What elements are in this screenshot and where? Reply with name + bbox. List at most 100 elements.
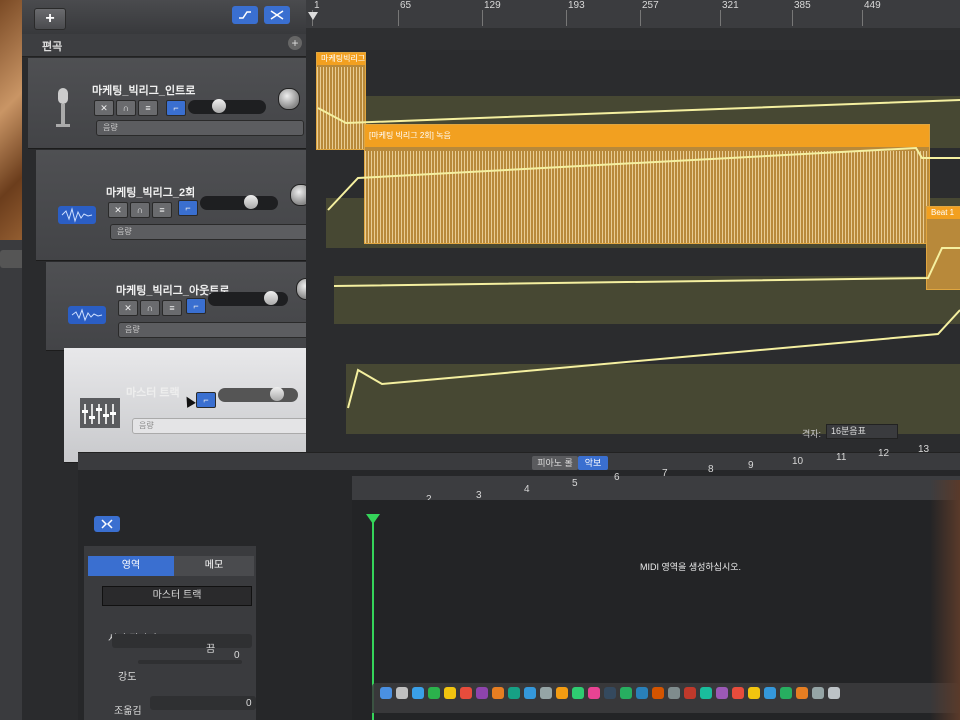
automation-parameter-select[interactable]: 음량: [110, 224, 316, 240]
headphones-button[interactable]: ∩: [116, 100, 136, 116]
itunes-icon[interactable]: [476, 687, 488, 699]
ruler-mark: 385: [794, 0, 811, 11]
timeline-ruler[interactable]: 1 65 129 193 257 321 385 449: [306, 0, 960, 29]
track-name: 마스터 트랙: [126, 387, 180, 399]
add-arrangement-button[interactable]: +: [288, 36, 302, 50]
tab-region[interactable]: 영역: [88, 556, 174, 576]
automation-button[interactable]: ⌐: [178, 200, 198, 216]
transpose-value: 0: [246, 698, 252, 709]
ruler-mark: 449: [864, 0, 881, 11]
automation-button[interactable]: ⌐: [166, 100, 186, 116]
pan-knob[interactable]: [278, 88, 300, 110]
keynote-icon[interactable]: [636, 687, 648, 699]
mute-button[interactable]: ✕: [108, 202, 128, 218]
messages-icon[interactable]: [428, 687, 440, 699]
automation-button[interactable]: ⌐: [186, 298, 206, 314]
grid-select[interactable]: 16분음표: [826, 424, 898, 439]
safari-icon[interactable]: [412, 687, 424, 699]
ruler-mark: 9: [748, 460, 754, 471]
system-preferences-icon[interactable]: [540, 687, 552, 699]
terminal-icon[interactable]: [604, 687, 616, 699]
track-name: 마케팅_빅리그_2회: [106, 187, 196, 199]
stickies-icon[interactable]: [748, 687, 760, 699]
volume-slider[interactable]: [188, 99, 266, 114]
region-name-field[interactable]: 마스터 트랙: [102, 586, 252, 606]
flex-icon: [270, 10, 284, 20]
launchpad-icon[interactable]: [396, 687, 408, 699]
track-header-outro[interactable]: 마케팅_빅리그_아웃트로 ✕ ∩ ≡ ⌐ 음량: [46, 262, 330, 351]
folder-icon[interactable]: [812, 687, 824, 699]
add-track-button[interactable]: +: [34, 8, 66, 30]
track-header-episode2[interactable]: 마케팅_빅리그_2회 ✕ ∩ ≡ ⌐ 음량: [36, 150, 320, 261]
ruler-mark: 8: [708, 464, 714, 475]
arrangement-header: 편곡 +: [22, 34, 306, 57]
volume-slider[interactable]: [200, 195, 278, 210]
score-tab[interactable]: 악보: [578, 456, 608, 470]
transpose-label: 조옮김: [114, 706, 142, 717]
mute-button[interactable]: ✕: [94, 100, 114, 116]
arrangement-label: 편곡: [42, 41, 63, 53]
ruler-mark: 321: [722, 0, 739, 11]
reminders-icon[interactable]: [732, 687, 744, 699]
automation-curves[interactable]: [306, 28, 960, 470]
music-icon[interactable]: [588, 687, 600, 699]
time-quantize-select[interactable]: [112, 634, 252, 648]
ruler-mark: 193: [568, 0, 585, 11]
automation-parameter-select[interactable]: 음량: [96, 120, 304, 136]
excel-icon[interactable]: [780, 687, 792, 699]
photos-icon[interactable]: [492, 687, 504, 699]
track-header-intro[interactable]: 마케팅_빅리그_인트로 ✕ ∩ ≡ ⌐ 음량: [28, 58, 312, 149]
finder-icon[interactable]: [380, 687, 392, 699]
automation-toggle-button[interactable]: [232, 6, 258, 24]
solo-button[interactable]: ≡: [138, 100, 158, 116]
calendar-icon[interactable]: [460, 687, 472, 699]
ruler-mark: 257: [642, 0, 659, 11]
monitor-edge: [930, 480, 960, 720]
photo-booth-icon[interactable]: [684, 687, 696, 699]
app-store-icon[interactable]: [572, 687, 584, 699]
volume-slider[interactable]: [208, 291, 288, 306]
ruler-mark: 6: [614, 472, 620, 483]
trash-icon[interactable]: [828, 687, 840, 699]
numbers-icon[interactable]: [620, 687, 632, 699]
automation-parameter-select[interactable]: 음량: [118, 322, 326, 338]
strength-value: 0: [234, 650, 240, 661]
track-name: 마케팅_빅리그_인트로: [92, 85, 196, 97]
facetime-icon[interactable]: [508, 687, 520, 699]
automation-button[interactable]: ⌐: [196, 392, 216, 408]
playhead-marker-icon[interactable]: [308, 12, 318, 22]
flex-toggle-button[interactable]: [264, 6, 290, 24]
microphone-icon: [52, 86, 74, 130]
ruler-mark: 5: [572, 478, 578, 489]
notes-icon[interactable]: [444, 687, 456, 699]
mail-icon[interactable]: [524, 687, 536, 699]
solo-button[interactable]: ≡: [152, 202, 172, 218]
ruler-mark: 4: [524, 484, 530, 495]
ruler-mark: 11: [836, 452, 847, 463]
headphones-button[interactable]: ∩: [130, 202, 150, 218]
playhead-marker-icon[interactable]: [366, 514, 380, 526]
arrangement-timeline[interactable]: 마케팅빅리그 [마케팅 빅리그 2회] 녹음 Beat 1: [306, 28, 960, 471]
powerpoint-icon[interactable]: [796, 687, 808, 699]
time-quantize-value: 끔: [206, 644, 216, 655]
headphones-button[interactable]: ∩: [140, 300, 160, 316]
word-icon[interactable]: [764, 687, 776, 699]
preview-icon[interactable]: [668, 687, 680, 699]
mute-button[interactable]: ✕: [118, 300, 138, 316]
piano-roll-tab[interactable]: 피아노 롤: [532, 456, 578, 470]
tab-memo[interactable]: 메모: [174, 556, 254, 576]
editor-toggle-button[interactable]: [94, 516, 120, 532]
transpose-field[interactable]: [150, 696, 256, 710]
mixer-icon: [80, 398, 120, 428]
dock: [372, 683, 960, 713]
maps-icon[interactable]: [700, 687, 712, 699]
ruler-mark: 7: [662, 468, 668, 479]
podcast-icon[interactable]: [716, 687, 728, 699]
pages-icon[interactable]: [652, 687, 664, 699]
solo-button[interactable]: ≡: [162, 300, 182, 316]
flex-icon: [101, 519, 113, 529]
ruler-mark: 13: [918, 444, 930, 455]
strength-slider[interactable]: [138, 660, 242, 664]
volume-slider[interactable]: [218, 387, 298, 402]
garageband-icon[interactable]: [556, 687, 568, 699]
